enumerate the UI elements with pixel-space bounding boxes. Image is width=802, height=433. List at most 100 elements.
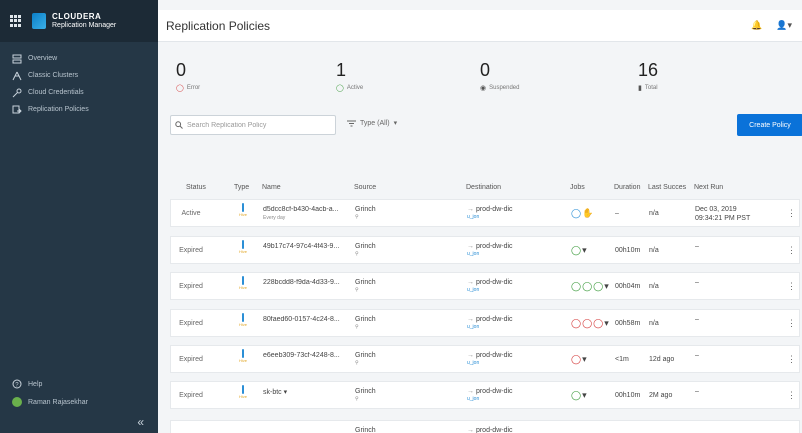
help-icon: ? bbox=[12, 379, 22, 389]
stat-label: Error bbox=[186, 85, 201, 91]
success-job-icon[interactable]: ◯ bbox=[571, 390, 582, 400]
stat-total[interactable]: 16 ▮ Total bbox=[638, 60, 658, 92]
header: Replication Policies 🔔 👤▾ bbox=[158, 10, 802, 42]
avatar bbox=[12, 397, 22, 407]
type-filter-dropdown[interactable]: Type (All) ▾ bbox=[347, 119, 397, 127]
hive-type-icon: Hive bbox=[237, 385, 249, 399]
column-header[interactable]: Destination bbox=[466, 184, 501, 191]
row-actions-icon[interactable]: ⋮ bbox=[787, 245, 796, 256]
destination-cluster: prod-dw-dic bbox=[475, 316, 513, 323]
duration: 00h10m bbox=[615, 247, 641, 254]
jobs-status[interactable]: ◯◯◯▾ bbox=[571, 281, 610, 292]
table-header: Status Type Name Source Destination Jobs… bbox=[158, 184, 802, 196]
sidebar-item-replication-policies[interactable]: Replication Policies bbox=[0, 101, 158, 118]
policy-name-link[interactable]: 80faed60-0157-4c24-8... bbox=[263, 316, 349, 323]
status-text: Expired bbox=[179, 356, 203, 363]
sidebar-item-overview[interactable]: Overview bbox=[0, 50, 158, 67]
success-job-icon[interactable]: ◯ bbox=[571, 245, 582, 255]
source-cluster: Grinch bbox=[355, 427, 376, 433]
row-actions-icon[interactable]: ⋮ bbox=[787, 390, 796, 401]
last-success: n/a bbox=[649, 210, 659, 217]
stat-label: Active bbox=[346, 85, 364, 91]
sidebar-nav: Overview Classic Clusters Cloud Credenti… bbox=[0, 42, 158, 118]
chevron-down-icon[interactable]: ▾ bbox=[604, 281, 610, 291]
user-name: Raman Rajasekhar bbox=[28, 398, 88, 406]
row-actions-icon[interactable]: ⋮ bbox=[787, 281, 796, 292]
policy-name-link[interactable]: 228bcdd8-f9da-4d33-9... bbox=[263, 279, 349, 286]
failed-job-icon[interactable]: ◯◯◯ bbox=[571, 318, 604, 328]
hive-type-icon: Hive bbox=[237, 349, 249, 363]
table-row[interactable]: Expired Hive e6eeb309-73cf-4248-8... Grinch… bbox=[170, 345, 800, 373]
next-run-date: – bbox=[695, 316, 699, 323]
source-cluster: Grinch bbox=[355, 352, 376, 359]
jobs-status[interactable]: ◯✋ bbox=[571, 208, 594, 219]
search-input[interactable] bbox=[187, 121, 327, 129]
row-actions-icon[interactable]: ⋮ bbox=[787, 354, 796, 365]
success-job-icon[interactable]: ◯◯◯ bbox=[571, 281, 604, 291]
chevron-down-icon[interactable]: ▾ bbox=[582, 354, 588, 364]
policy-name-link[interactable]: sk-btc ▾ bbox=[263, 388, 349, 396]
source-cluster: Grinch bbox=[355, 243, 376, 250]
policy-name-link[interactable]: e6eeb309-73cf-4248-8... bbox=[263, 352, 349, 359]
column-header[interactable]: Duration bbox=[614, 184, 640, 191]
user-menu-icon[interactable]: 👤▾ bbox=[776, 20, 792, 31]
active-icon: ◯ bbox=[336, 85, 344, 92]
stat-value: 16 bbox=[638, 60, 659, 80]
policy-name-link[interactable]: 49b17c74-97c4-4f43-9... bbox=[263, 243, 349, 250]
source-cluster: Grinch bbox=[355, 388, 376, 395]
column-header[interactable]: Next Run bbox=[694, 184, 723, 191]
column-header[interactable]: Source bbox=[354, 184, 376, 191]
jobs-status[interactable]: ◯▾ bbox=[571, 245, 588, 256]
brand: CLOUDERA Replication Manager bbox=[0, 0, 158, 42]
column-header[interactable]: Jobs bbox=[570, 184, 585, 191]
jobs-status[interactable]: ◯◯◯▾ bbox=[571, 318, 610, 329]
help-link[interactable]: ? Help bbox=[0, 375, 158, 393]
collapse-sidebar-button[interactable]: « bbox=[0, 411, 158, 433]
duration: 00h10m bbox=[615, 392, 641, 399]
brand-name: CLOUDERA bbox=[52, 12, 102, 21]
sidebar-item-classic-clusters[interactable]: Classic Clusters bbox=[0, 67, 158, 84]
app-switcher-icon[interactable] bbox=[10, 15, 22, 27]
sidebar-item-cloud-credentials[interactable]: Cloud Credentials bbox=[0, 84, 158, 101]
search-box[interactable] bbox=[170, 115, 336, 135]
chevron-down-icon[interactable]: ▾ bbox=[582, 390, 588, 400]
policy-name-link[interactable]: d5dcc8cf-b430-4acb-a... bbox=[263, 206, 349, 213]
table-row[interactable]: Expired Hive sk-btc ▾ Grinch ⚲ → prod-dw-dic u… bbox=[170, 381, 800, 409]
stat-suspended[interactable]: 0 ◉ Suspended bbox=[480, 60, 519, 92]
column-header[interactable]: Last Succes bbox=[648, 184, 686, 191]
stat-error[interactable]: 0 ◯ Error bbox=[176, 60, 200, 92]
stat-active[interactable]: 1 ◯ Active bbox=[336, 60, 363, 92]
column-header[interactable]: Status bbox=[186, 184, 206, 191]
table-row[interactable]: Expired Hive 228bcdd8-f9da-4d33-9... Grinch… bbox=[170, 272, 800, 300]
running-job-icon[interactable]: ◯✋ bbox=[571, 208, 594, 218]
hive-type-icon: Hive bbox=[237, 276, 249, 290]
user-menu[interactable]: Raman Rajasekhar bbox=[0, 393, 158, 411]
notifications-bell-icon[interactable]: 🔔 bbox=[751, 20, 762, 31]
destination-user: u_jon bbox=[467, 360, 480, 366]
next-run-date: – bbox=[695, 388, 699, 395]
jobs-status[interactable]: ◯▾ bbox=[571, 390, 588, 401]
arrow-icon: → bbox=[467, 206, 476, 213]
column-header[interactable]: Name bbox=[262, 184, 281, 191]
stat-label: Suspended bbox=[489, 85, 520, 91]
chevron-down-icon[interactable]: ▾ bbox=[604, 318, 610, 328]
failed-job-icon[interactable]: ◯ bbox=[571, 354, 582, 364]
row-actions-icon[interactable]: ⋮ bbox=[787, 208, 796, 219]
next-run-date: – bbox=[695, 352, 699, 359]
page-title: Replication Policies bbox=[166, 18, 271, 33]
source-cluster: Grinch bbox=[355, 206, 376, 213]
table-row[interactable]: Expired Hive 80faed60-0157-4c24-8... Grinch… bbox=[170, 309, 800, 337]
row-actions-icon[interactable]: ⋮ bbox=[787, 318, 796, 329]
status-text: Expired bbox=[179, 320, 203, 327]
create-policy-button[interactable]: Create Policy bbox=[737, 114, 802, 136]
table-row[interactable]: Grinch⚲→ prod-dw-dic bbox=[170, 420, 800, 433]
filter-icon bbox=[347, 120, 356, 126]
source-cluster: Grinch bbox=[355, 316, 376, 323]
table-row[interactable]: Active Hive d5dcc8cf-b430-4acb-a... Every d… bbox=[170, 199, 800, 227]
table-row[interactable]: Expired Hive 49b17c74-97c4-4f43-9... Grinch… bbox=[170, 236, 800, 264]
stat-value: 0 bbox=[176, 60, 187, 80]
column-header[interactable]: Type bbox=[234, 184, 249, 191]
arrow-icon: → bbox=[467, 352, 476, 359]
jobs-status[interactable]: ◯▾ bbox=[571, 354, 588, 365]
chevron-down-icon[interactable]: ▾ bbox=[582, 245, 588, 255]
